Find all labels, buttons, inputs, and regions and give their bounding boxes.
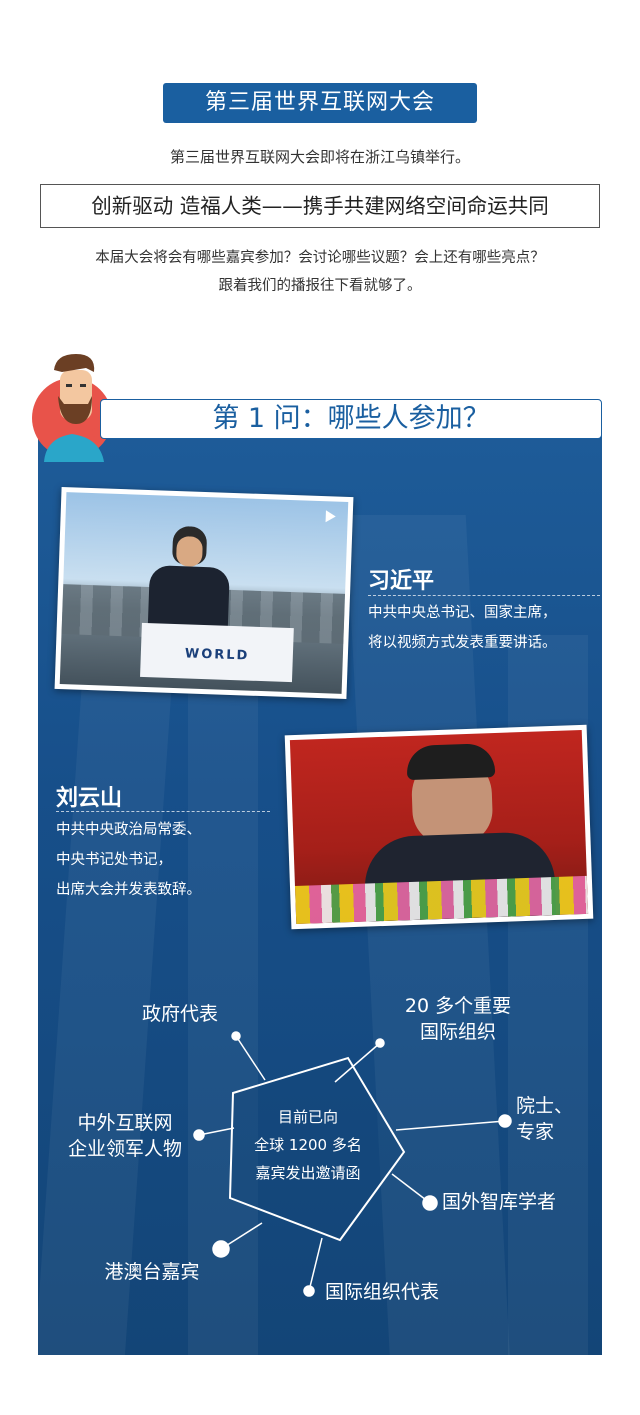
diagram-center-text: 目前已向 全球 1200 多名 嘉宾发出邀请函 (233, 1103, 383, 1187)
label-leaders-line-1: 中外互联网 (77, 1112, 173, 1134)
label-intl-orgs-line-1: 20 多个重要 (404, 995, 512, 1017)
connector-dot (212, 1240, 230, 1258)
label-intl-reps: 国际组织代表 (325, 1281, 440, 1303)
label-hmt: 港澳台嘉宾 (104, 1261, 200, 1283)
label-thinktank: 国外智库学者 (442, 1191, 557, 1213)
connector-dot (231, 1031, 241, 1041)
label-academicians-line-2: 专家 (516, 1121, 555, 1143)
label-academicians-line-1: 院士、 (516, 1095, 574, 1117)
connector-dot (422, 1195, 438, 1211)
connector-dot (375, 1038, 385, 1048)
center-line-2: 全球 1200 多名 (254, 1136, 362, 1154)
label-academicians: 院士、 专家 (516, 1093, 586, 1145)
connector-dot (303, 1285, 315, 1297)
label-gov: 政府代表 (141, 1003, 218, 1025)
center-line-3: 嘉宾发出邀请函 (255, 1164, 361, 1182)
connector-dot (498, 1114, 512, 1128)
label-intl-orgs-line-2: 国际组织 (419, 1021, 496, 1043)
label-leaders-line-2: 企业领军人物 (67, 1138, 182, 1160)
center-line-1: 目前已向 (277, 1108, 338, 1126)
label-intl-orgs: 20 多个重要 国际组织 (386, 993, 530, 1045)
label-leaders: 中外互联网 企业领军人物 (54, 1110, 196, 1162)
